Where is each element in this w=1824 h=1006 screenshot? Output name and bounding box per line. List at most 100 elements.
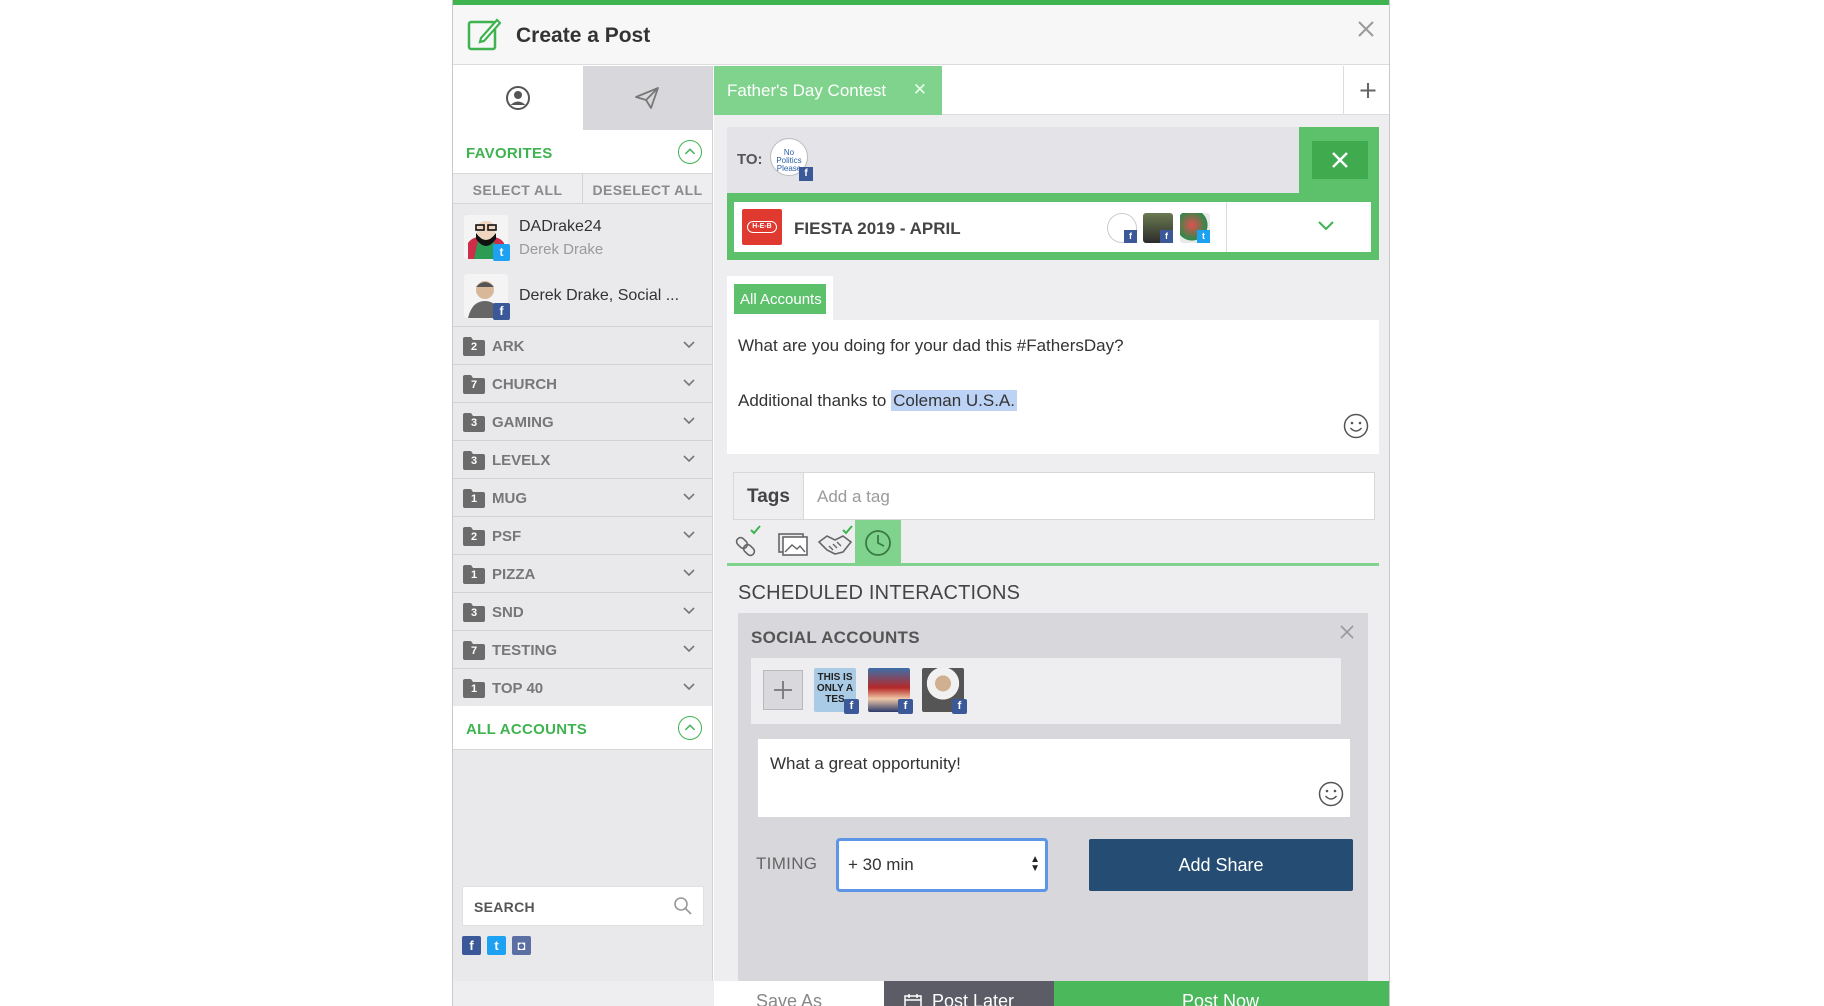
social-account-picker: THIS IS ONLY A TES f f f xyxy=(751,658,1341,724)
link-tool[interactable] xyxy=(727,520,773,566)
tags-label: Tags xyxy=(734,473,804,519)
save-as-button[interactable]: Save As xyxy=(714,981,884,1006)
tags-field[interactable]: Tags Add a tag xyxy=(733,472,1375,520)
create-post-modal: Create a Post FAVORITES SELECT ALL DESEL… xyxy=(452,0,1390,1006)
facebook-icon: f xyxy=(952,699,967,714)
folder-icon: 7 xyxy=(463,374,485,394)
close-icon[interactable] xyxy=(1338,623,1356,641)
account-subname: Derek Drake xyxy=(519,241,604,258)
timing-select[interactable]: + 30 min ▲ ▼ xyxy=(836,838,1048,892)
mention[interactable]: Coleman U.S.A. xyxy=(891,390,1017,411)
all-accounts-header[interactable]: ALL ACCOUNTS xyxy=(453,706,712,750)
chevron-down-icon[interactable] xyxy=(682,682,696,692)
campaign-selector[interactable]: H-E-B FIESTA 2019 - APRIL f f t xyxy=(734,202,1371,252)
group-name: PIZZA xyxy=(492,566,536,583)
link-icon xyxy=(735,525,761,557)
chevron-down-icon[interactable] xyxy=(682,416,696,426)
post-tabs: Father's Day Contest ✕ xyxy=(714,66,1389,115)
chevron-down-icon[interactable] xyxy=(682,378,696,388)
favorites-header[interactable]: FAVORITES xyxy=(453,130,712,174)
add-account-button[interactable] xyxy=(763,670,803,710)
account-avatar[interactable]: THIS IS ONLY A TES f xyxy=(814,668,859,714)
user-icon xyxy=(505,86,530,110)
all-accounts-filter[interactable]: All Accounts xyxy=(734,284,826,314)
group-item[interactable]: 1 MUG xyxy=(453,478,712,516)
chevron-up-icon[interactable] xyxy=(678,716,702,740)
divider xyxy=(1226,202,1227,252)
group-item[interactable]: 2 ARK xyxy=(453,326,712,364)
close-tab-icon[interactable]: ✕ xyxy=(913,80,927,100)
tab-post[interactable]: Father's Day Contest ✕ xyxy=(714,66,942,115)
group-count: 3 xyxy=(470,417,478,429)
scheduled-interactions-title: SCHEDULED INTERACTIONS xyxy=(738,582,1021,604)
post-now-button[interactable]: Post Now xyxy=(1054,981,1389,1006)
add-tab-button[interactable] xyxy=(1343,66,1389,115)
sidebar-tabs xyxy=(453,66,712,130)
chevron-down-icon[interactable] xyxy=(1317,219,1335,233)
post-text-prefix: Additional thanks to xyxy=(738,391,892,410)
group-item[interactable]: 3 SND xyxy=(453,592,712,630)
group-item[interactable]: 3 GAMING xyxy=(453,402,712,440)
select-all-button[interactable]: SELECT ALL xyxy=(453,174,583,203)
schedule-tool[interactable] xyxy=(855,520,901,566)
folder-icon: 3 xyxy=(463,450,485,470)
post-later-button[interactable]: Post Later xyxy=(884,981,1054,1006)
timing-label: TIMING xyxy=(756,854,818,873)
sponsor-tool[interactable] xyxy=(813,520,859,566)
account-filter-row: All Accounts xyxy=(727,276,1379,320)
emoji-icon[interactable] xyxy=(1343,413,1369,439)
group-name: TOP 40 xyxy=(492,680,544,697)
recipient-avatar-text: No Politics Please xyxy=(776,148,802,173)
twitter-icon: t xyxy=(493,244,510,261)
heb-logo-text: H-E-B xyxy=(747,221,777,233)
emoji-icon[interactable] xyxy=(1318,781,1344,807)
tag-input[interactable]: Add a tag xyxy=(817,487,890,507)
post-later-label: Post Later xyxy=(932,991,1015,1006)
campaign-frame: H-E-B FIESTA 2019 - APRIL f f t xyxy=(727,193,1379,260)
group-count: 7 xyxy=(470,645,478,657)
footer-actions: Save As Post Later Post Now xyxy=(453,913,1389,1006)
group-item[interactable]: 7 TESTING xyxy=(453,630,712,668)
account-sidebar: FAVORITES SELECT ALL DESELECT ALL t DADr… xyxy=(453,66,713,1006)
folder-icon: 1 xyxy=(463,488,485,508)
facebook-icon: f xyxy=(493,303,510,320)
tab-send[interactable] xyxy=(582,66,712,130)
group-item[interactable]: 7 CHURCH xyxy=(453,364,712,402)
chevron-down-icon[interactable] xyxy=(682,644,696,654)
group-count: 3 xyxy=(470,607,478,619)
plus-icon xyxy=(1360,83,1376,98)
chevron-down-icon[interactable] xyxy=(682,568,696,578)
account-avatar[interactable]: f xyxy=(868,668,913,714)
campaign-name: FIESTA 2019 - APRIL xyxy=(794,219,961,238)
group-item[interactable]: 3 LEVELX xyxy=(453,440,712,478)
deselect-all-button[interactable]: DESELECT ALL xyxy=(583,174,712,203)
modal-title: Create a Post xyxy=(516,24,651,47)
group-item[interactable]: 2 PSF xyxy=(453,516,712,554)
image-tool[interactable] xyxy=(769,520,815,566)
account-avatar[interactable]: f xyxy=(922,668,967,714)
group-name: PSF xyxy=(492,528,522,545)
group-count: 1 xyxy=(470,569,478,581)
post-now-label: Post Now xyxy=(1182,991,1260,1006)
favorite-account[interactable]: f Derek Drake, Social ... xyxy=(453,270,712,322)
select-arrows-icon: ▲ ▼ xyxy=(1030,854,1040,874)
favorite-account[interactable]: t DADrake24 Derek Drake xyxy=(453,204,712,270)
chevron-down-icon[interactable] xyxy=(682,530,696,540)
group-item[interactable]: 1 PIZZA xyxy=(453,554,712,592)
group-count: 3 xyxy=(470,455,478,467)
remove-campaign-button[interactable] xyxy=(1299,127,1379,193)
chevron-up-icon[interactable] xyxy=(678,140,702,164)
group-item[interactable]: 1 TOP 40 xyxy=(453,668,712,706)
to-label: TO: xyxy=(737,151,763,168)
post-compose-box[interactable]: What are you doing for your dad this #Fa… xyxy=(727,320,1379,454)
interaction-text-input[interactable]: What a great opportunity! xyxy=(757,738,1351,818)
facebook-icon: f xyxy=(799,167,813,181)
chevron-down-icon[interactable] xyxy=(682,492,696,502)
chevron-down-icon[interactable] xyxy=(682,340,696,350)
chevron-down-icon[interactable] xyxy=(682,606,696,616)
add-share-button[interactable]: Add Share xyxy=(1089,839,1353,891)
tab-accounts[interactable] xyxy=(453,66,583,130)
post-tool-row xyxy=(727,520,1379,566)
close-icon[interactable] xyxy=(1353,16,1379,42)
chevron-down-icon[interactable] xyxy=(682,454,696,464)
